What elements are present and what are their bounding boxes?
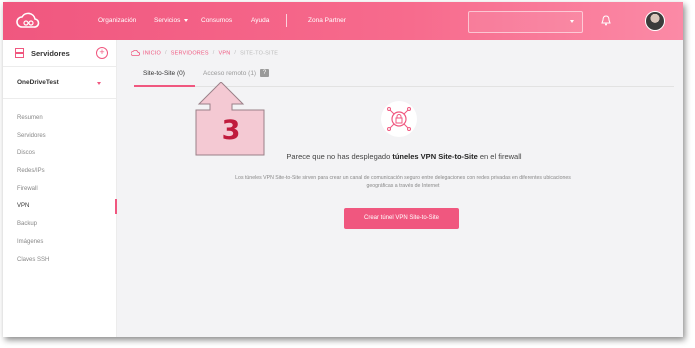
project-name[interactable]: OneDriveTest [17, 79, 59, 86]
cloud-icon [131, 50, 140, 56]
nav-zona-partner[interactable]: Zona Partner [308, 17, 346, 24]
divider [3, 98, 116, 99]
breadcrumb-servidores[interactable]: SERVIDORES [171, 50, 209, 56]
empty-state-title: Parece que no has desplegado túneles VPN… [286, 152, 522, 161]
sidebar-item-claves-ssh[interactable]: Claves SSH [3, 252, 116, 270]
chevron-down-icon[interactable] [184, 19, 188, 22]
sidebar-menu: Resumen Servidores Discos Redes/IPs Fire… [3, 110, 117, 270]
user-avatar[interactable] [645, 11, 665, 31]
empty-state-description: Los túneles VPN Site-to-Site sirven para… [235, 175, 571, 189]
sidebar-item-backup[interactable]: Backup [3, 216, 116, 234]
chevron-down-icon[interactable] [97, 82, 101, 85]
sidebar: Servidores + OneDriveTest Resumen Servid… [3, 40, 117, 337]
sidebar-title: Servidores [31, 49, 70, 58]
create-vpn-tunnel-button[interactable]: Crear túnel VPN Site-to-Site [344, 208, 459, 229]
chevron-down-icon[interactable] [570, 20, 574, 23]
nav-servicios[interactable]: Servicios [154, 17, 180, 24]
help-badge[interactable]: ? [260, 69, 269, 77]
nav-divider [286, 14, 287, 27]
sidebar-item-resumen[interactable]: Resumen [3, 110, 116, 128]
sidebar-item-servidores[interactable]: Servidores [3, 128, 116, 146]
nav-consumos[interactable]: Consumos [201, 17, 232, 24]
server-icon [15, 48, 24, 58]
sidebar-item-firewall[interactable]: Firewall [3, 181, 116, 199]
top-navbar: Organización Servicios Consumos Ayuda Zo… [3, 2, 683, 40]
divider [3, 66, 116, 67]
tab-acceso-remoto[interactable]: Acceso remoto (1) [203, 70, 256, 77]
vpn-lock-network-icon [381, 101, 417, 137]
sidebar-item-imagenes[interactable]: Imágenes [3, 234, 116, 252]
cloud-logo-icon[interactable] [15, 12, 41, 30]
breadcrumb: INICIO / SERVIDORES / VPN / SITE-TO-SITE [131, 50, 278, 56]
nav-organizacion[interactable]: Organización [98, 17, 136, 24]
sidebar-item-vpn[interactable]: VPN [3, 198, 117, 216]
breadcrumb-vpn[interactable]: VPN [218, 50, 230, 56]
bell-icon[interactable] [601, 15, 611, 26]
project-selector[interactable] [468, 11, 583, 33]
annotation-number: 3 [221, 115, 241, 146]
active-tab-indicator [134, 85, 195, 87]
add-server-button[interactable]: + [96, 47, 108, 59]
app-window: Organización Servicios Consumos Ayuda Zo… [3, 2, 683, 337]
breadcrumb-inicio[interactable]: INICIO [143, 50, 161, 56]
breadcrumb-current: SITE-TO-SITE [240, 50, 279, 57]
nav-ayuda[interactable]: Ayuda [251, 17, 269, 24]
sidebar-item-redes[interactable]: Redes/IPs [3, 163, 116, 181]
sidebar-item-discos[interactable]: Discos [3, 145, 116, 163]
tab-site-to-site[interactable]: Site-to-Site (0) [143, 70, 185, 77]
